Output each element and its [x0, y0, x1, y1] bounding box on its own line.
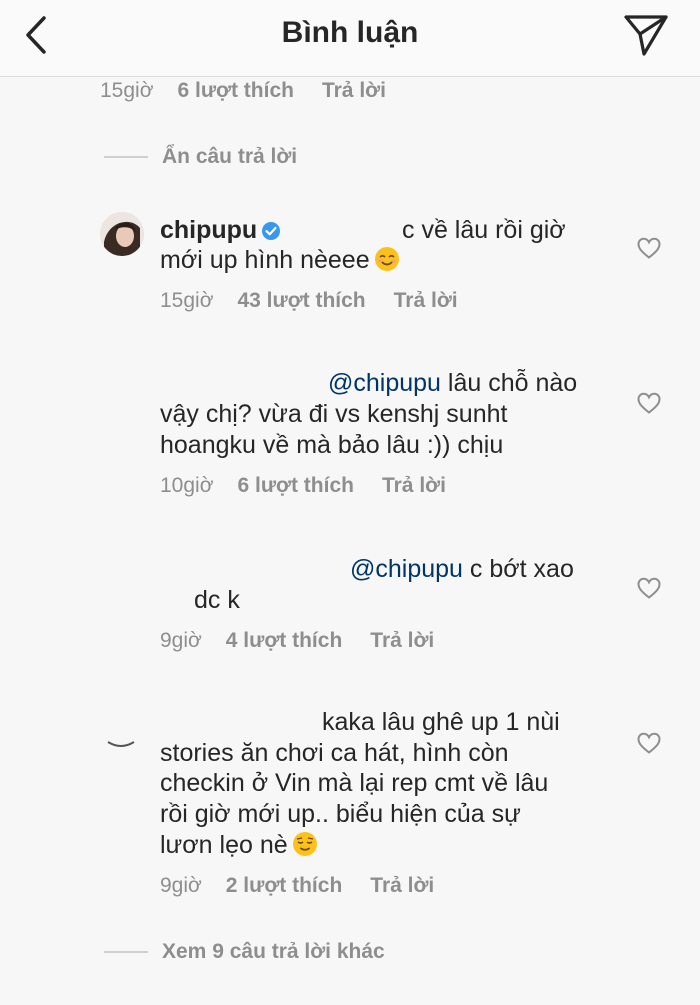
hide-replies-button[interactable]: Ẩn câu trả lời — [104, 134, 297, 180]
comment-text-line: vậy chị? vừa đi vs kenshj sunht — [160, 400, 508, 428]
avatar-image — [100, 212, 144, 256]
thread-divider — [104, 951, 148, 953]
comment-meta: 9giờ 2 lượt thích Trả lời — [160, 874, 462, 898]
comment-text-line: rồi giờ mới up.. biểu hiện của sự — [160, 800, 521, 828]
comment-text-line-2: mới up hình nèeee — [160, 245, 400, 275]
view-more-replies-label: Xem 9 câu trả lời khác — [162, 940, 385, 963]
smiling-face-emoji-icon — [374, 247, 399, 271]
comment-text-line: @chipupu lâu chỗ nào — [328, 368, 577, 398]
like-heart-icon[interactable] — [636, 576, 662, 600]
comment-meta: 9giờ 4 lượt thích Trả lời — [160, 629, 462, 653]
like-heart-icon[interactable] — [636, 731, 662, 755]
comment-time: 10giờ — [160, 474, 214, 497]
comment-time: 15giờ — [100, 79, 154, 102]
comment-text-line: checkin ở Vin mà lại rep cmt về lâu — [160, 769, 549, 797]
comment-text-line: kaka lâu ghê up 1 nùi — [322, 708, 560, 736]
avatar[interactable] — [104, 722, 138, 756]
reply-button[interactable]: Trả lời — [370, 629, 434, 652]
comment-text: mới up hình nèeee — [160, 246, 370, 274]
reply-button[interactable]: Trả lời — [382, 474, 446, 497]
like-count-button[interactable]: 6 lượt thích — [237, 474, 353, 497]
like-count-button[interactable]: 43 lượt thích — [237, 289, 365, 312]
hide-replies-label: Ẩn câu trả lời — [162, 145, 298, 168]
like-count-button[interactable]: 6 lượt thích — [177, 79, 293, 102]
comment-text-line: hoangku về mà bảo lâu :)) chịu — [160, 431, 504, 459]
comment-meta: 15giờ 6 lượt thích Trả lời — [100, 79, 414, 103]
avatar-image — [104, 722, 138, 756]
comment-text: lươn lẹo nè — [160, 831, 288, 859]
comment-meta: 10giờ 6 lượt thích Trả lời — [160, 474, 474, 498]
comment-text-line: dc k — [194, 586, 240, 614]
share-button[interactable] — [622, 12, 670, 58]
like-count-button[interactable]: 4 lượt thích — [226, 629, 342, 652]
like-heart-icon[interactable] — [636, 391, 662, 415]
page-title: Bình luận — [281, 16, 419, 49]
like-heart-icon[interactable] — [636, 236, 662, 260]
mention-link[interactable]: @chipupu — [350, 555, 463, 583]
avatar[interactable] — [100, 212, 144, 256]
mention-link[interactable]: @chipupu — [328, 369, 441, 397]
reply-button[interactable]: Trả lời — [394, 289, 458, 312]
comment-time: 9giờ — [160, 874, 202, 897]
relieved-face-emoji-icon — [292, 832, 317, 856]
comment-text: lâu chỗ nào — [440, 369, 578, 397]
comment-text-line: c về lâu rồi giờ — [402, 216, 566, 244]
thread-divider — [104, 156, 148, 158]
comment-text: c bớt xao — [462, 555, 574, 583]
header-bar: Bình luận — [0, 0, 700, 77]
like-count-button[interactable]: 2 lượt thích — [226, 874, 342, 897]
comment-time: 15giờ — [160, 289, 214, 312]
comment-text-line: @chipupu c bớt xao — [350, 554, 574, 584]
paper-plane-icon — [624, 15, 668, 56]
reply-button[interactable]: Trả lời — [370, 874, 434, 897]
comment-body: chipupu — [160, 215, 281, 245]
comment-username[interactable]: chipupu — [160, 216, 257, 244]
view-more-replies-button[interactable]: Xem 9 câu trả lời khác — [104, 929, 385, 975]
comment-meta: 15giờ 43 lượt thích Trả lời — [160, 289, 486, 313]
comment-text-line: stories ăn chơi ca hát, hình còn — [160, 739, 509, 767]
reply-button[interactable]: Trả lời — [322, 79, 386, 102]
comment-time: 9giờ — [160, 629, 202, 652]
verified-badge-icon — [262, 222, 281, 240]
comment-text-line-5: lươn lẹo nè — [160, 830, 318, 860]
